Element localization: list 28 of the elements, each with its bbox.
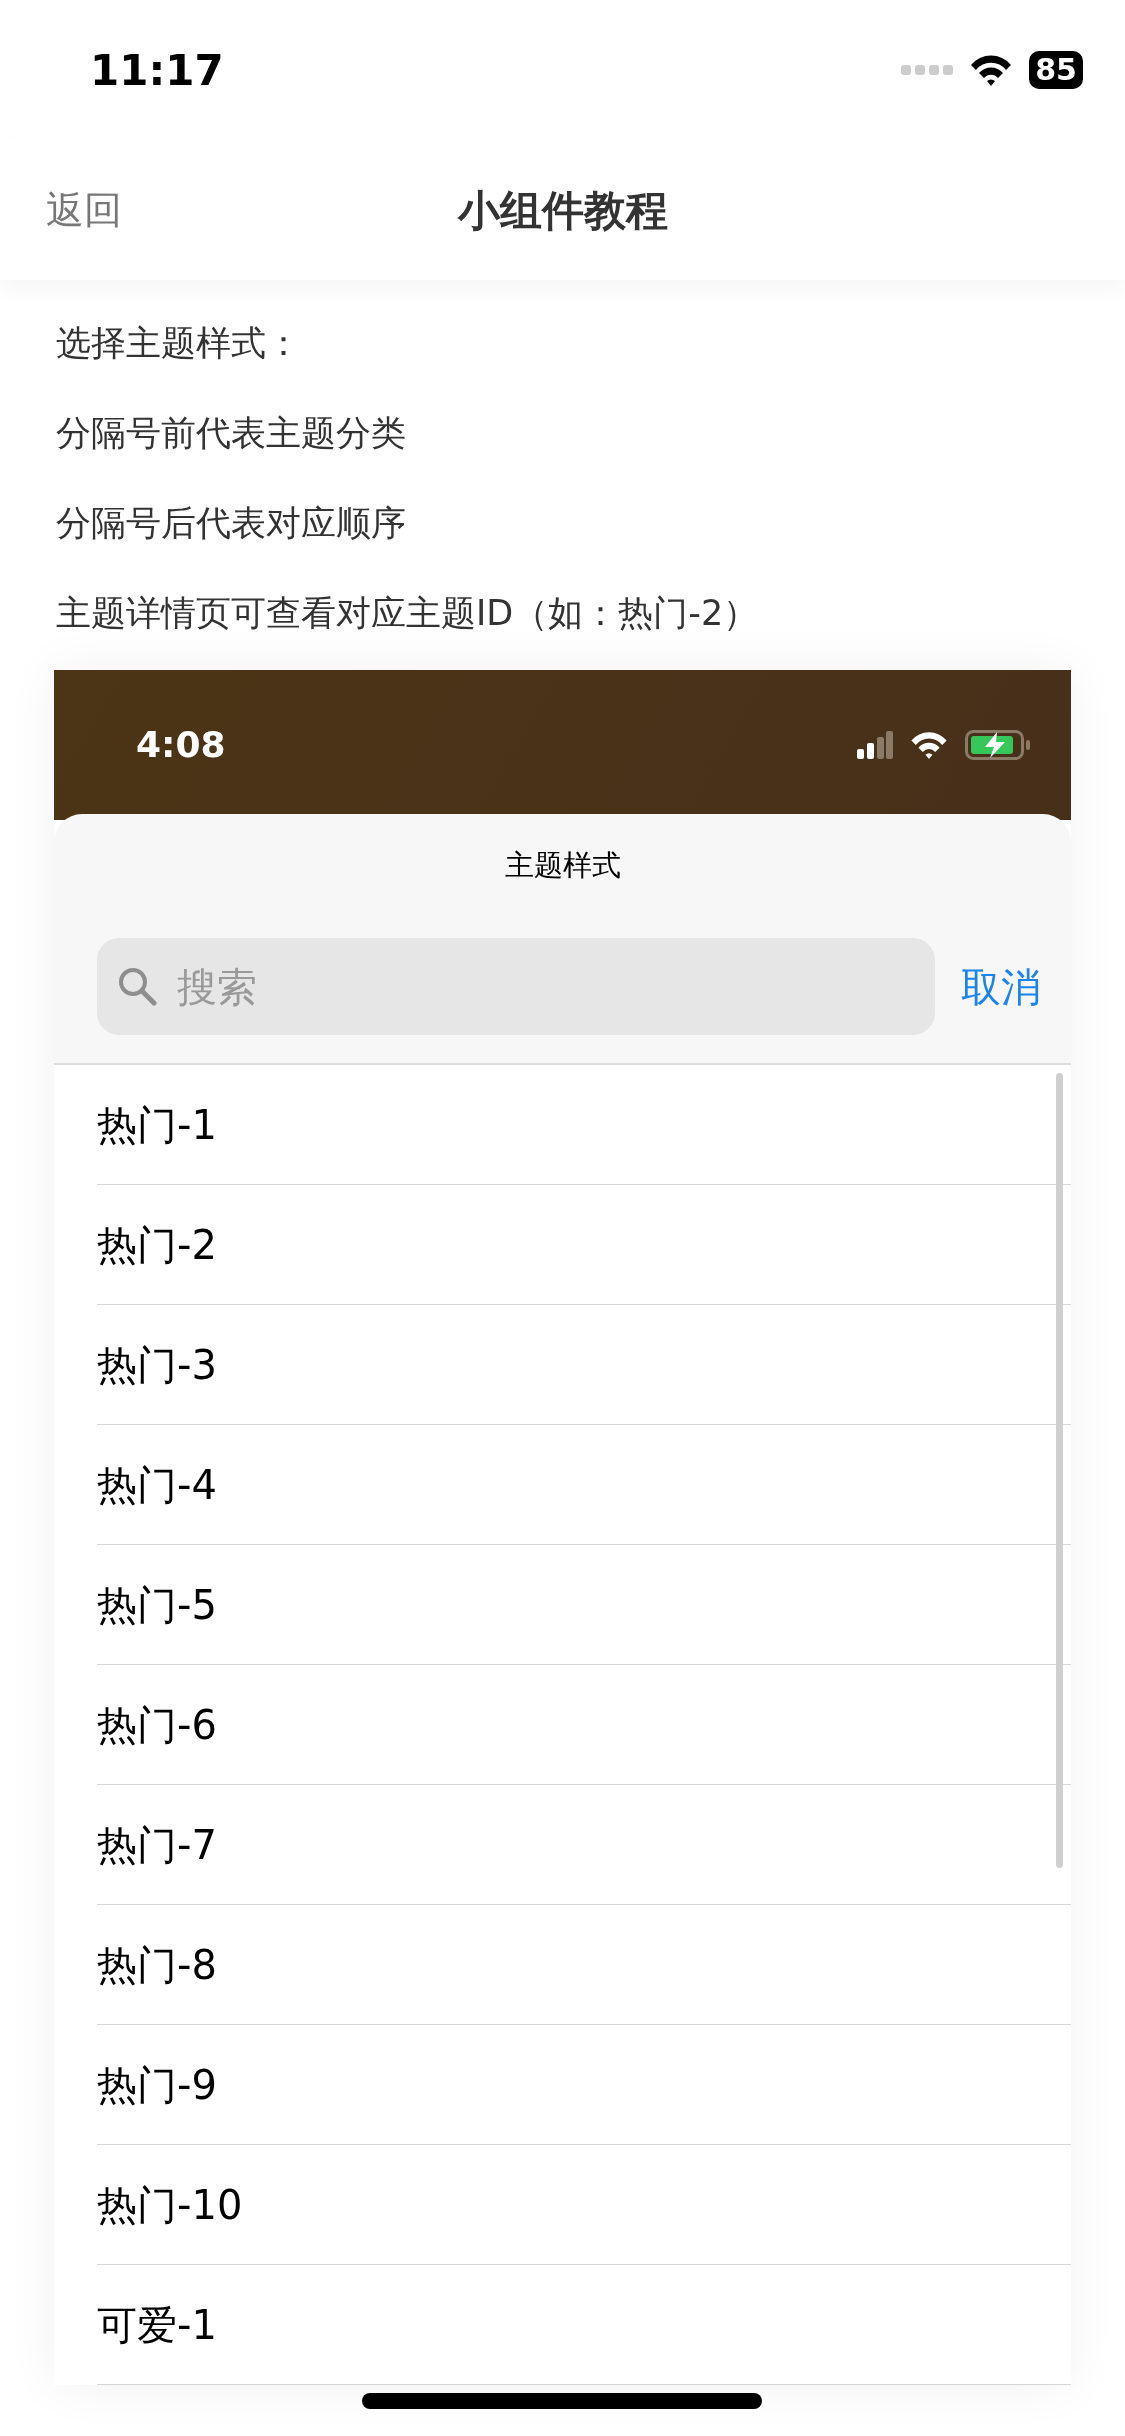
page-title: 小组件教程 — [457, 184, 668, 237]
instruction-text: 选择主题样式： — [56, 322, 302, 365]
list-item[interactable]: 热门-10 — [97, 2174, 243, 2235]
list-item[interactable]: 热门-5 — [97, 1574, 217, 1635]
instruction-text: 主题详情页可查看对应主题ID（如：热门-2） — [56, 592, 760, 635]
signal-icon — [857, 731, 893, 759]
list-item[interactable]: 热门-9 — [97, 2054, 217, 2115]
battery-level: 85 — [1029, 51, 1083, 89]
charging-battery-icon — [965, 730, 1031, 760]
list-item[interactable]: 热门-6 — [97, 1694, 217, 1755]
list-item[interactable]: 热门-8 — [97, 1934, 217, 1995]
wifi-icon — [969, 53, 1014, 87]
cancel-button[interactable]: 取消 — [961, 956, 1041, 1017]
list-item[interactable]: 热门-1 — [97, 1094, 217, 1155]
list-item[interactable]: 热门-7 — [97, 1814, 217, 1875]
instruction-text: 分隔号后代表对应顺序 — [56, 502, 407, 545]
status-time: 4:08 — [136, 723, 226, 767]
sheet-title: 主题样式 — [503, 847, 622, 884]
wifi-icon — [909, 730, 949, 760]
list-item[interactable]: 热门-4 — [97, 1454, 217, 1515]
status-time: 11:17 — [90, 44, 224, 97]
list-item[interactable]: 可爱-1 — [97, 2294, 217, 2355]
instruction-text: 分隔号前代表主题分类 — [56, 412, 407, 455]
list-item[interactable]: 热门-2 — [97, 1214, 217, 1275]
search-field[interactable]: 搜索 — [97, 938, 935, 1035]
signal-icon — [901, 64, 954, 76]
back-button[interactable]: 返回 — [46, 181, 122, 239]
list-item[interactable]: 热门-3 — [97, 1334, 217, 1395]
